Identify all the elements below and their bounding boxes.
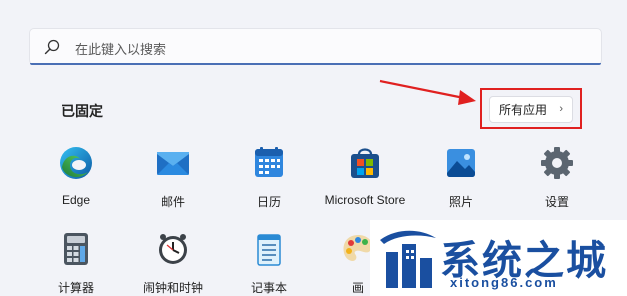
search-input[interactable]: 在此键入以搜索 [75,39,166,58]
app-label: 设置 [544,195,569,209]
app-tile-calendar[interactable]: 日历 [214,145,324,210]
calculator-icon [64,233,88,265]
photos-icon [447,149,475,177]
notepad-icon [257,234,281,266]
search-icon [44,39,60,55]
app-tile-edge[interactable]: Edge [21,145,131,207]
app-tile-settings[interactable]: 设置 [502,145,612,210]
search-box[interactable]: 在此键入以搜索 [29,28,602,65]
all-apps-button[interactable]: 所有应用 › [489,96,573,123]
mail-icon [157,152,189,175]
clock-icon [159,234,187,264]
watermark-url: xitong86.com [450,275,558,290]
edge-icon [60,147,92,179]
app-label: 日历 [256,195,281,209]
calendar-icon [255,147,283,177]
settings-icon [541,147,573,179]
app-label: Microsoft Store [324,193,406,207]
app-label: Edge [61,193,91,207]
chevron-right-icon: › [559,103,563,115]
app-label: 计算器 [57,281,94,295]
app-tile-store[interactable]: Microsoft Store [310,145,420,207]
app-tile-calculator[interactable]: 计算器 [21,231,131,296]
all-apps-label: 所有应用 [499,103,548,117]
app-label: 照片 [448,195,473,209]
watermark: 系统之城 xitong86.com [370,220,627,296]
app-tile-mail[interactable]: 邮件 [118,145,228,210]
app-label: 邮件 [160,195,185,209]
app-tile-clock[interactable]: 闹钟和时钟 [118,231,228,296]
pinned-section-title: 已固定 [61,103,103,119]
watermark-logo-icon [380,230,436,288]
store-icon [351,148,379,178]
app-label: 闹钟和时钟 [142,281,203,295]
annotation-arrow-icon [379,79,476,105]
app-tile-photos[interactable]: 照片 [406,145,516,210]
